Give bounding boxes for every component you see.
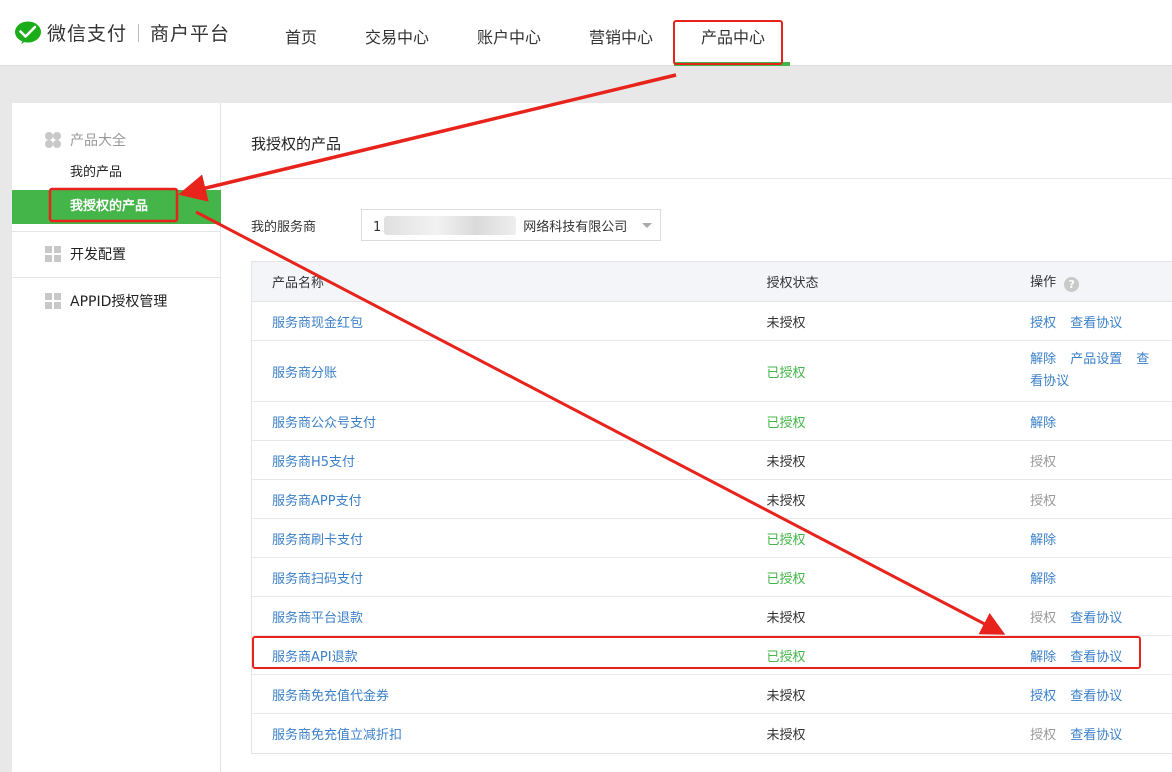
redaction-blur [384,216,516,235]
status-badge: 未授权 [766,493,806,509]
product-settings-link[interactable]: 产品设置 [1070,352,1122,367]
nav-active-indicator [674,62,790,66]
product-name-link[interactable]: 服务商免充值立减折扣 [272,728,402,743]
product-name-link[interactable]: 服务商平台退款 [272,611,363,626]
table-row: 服务商免充值立减折扣 未授权 授权 查看协议 [252,714,1172,753]
logo-divider [138,23,140,42]
grid-icon [45,246,61,262]
authorize-link-disabled: 授权 [1030,610,1057,626]
col-header-status: 授权状态 [766,276,819,291]
status-badge: 已授权 [766,649,806,665]
sidebar-item-appid-manage-label: APPID授权管理 [70,294,168,310]
sidebar-divider [12,231,221,232]
view-agreement-link[interactable]: 查看协议 [1070,650,1122,665]
sidebar-section-products: 产品大全 [12,129,221,151]
sidebar-divider [12,277,221,278]
help-icon[interactable]: ? [1064,277,1080,292]
table-row: 服务商刷卡支付 已授权 解除 [252,519,1172,558]
status-badge: 已授权 [766,415,806,431]
revoke-link[interactable]: 解除 [1030,650,1056,665]
sidebar-item-authorized-products[interactable]: 我授权的产品 [12,190,221,224]
nav-home[interactable]: 首页 [285,24,317,48]
revoke-link[interactable]: 解除 [1030,533,1056,548]
products-table: 产品名称 授权状态 操作? 服务商现金红包 未授权 授权 查看协议 服务商分账 已… [251,261,1172,754]
product-name-link[interactable]: 服务商公众号支付 [272,416,376,431]
top-header: 微信支付 商户平台 首页 交易中心 账户中心 营销中心 产品中心 [0,0,1172,66]
product-name-link[interactable]: 服务商免充值代金券 [272,689,389,704]
col-header-ops-label: 操作 [1030,275,1057,290]
sidebar-item-appid-manage[interactable]: APPID授权管理 [12,290,221,312]
sidebar-head-products[interactable]: 产品大全 [12,129,221,151]
authorize-link-disabled: 授权 [1030,454,1057,470]
table-row: 服务商APP支付 未授权 授权 [252,480,1172,519]
status-badge: 未授权 [766,454,806,470]
authorize-link[interactable]: 授权 [1030,689,1056,704]
view-agreement-link[interactable]: 查看协议 [1070,611,1122,626]
nav-account-center[interactable]: 账户中心 [477,24,541,48]
sidebar: 产品大全 我的产品 我授权的产品 开发配置 APPID授权管理 [12,103,221,772]
status-badge: 未授权 [766,315,806,331]
wechat-pay-logo-icon [15,21,41,44]
sidebar-section-dev: 开发配置 [12,243,221,265]
table-row: 服务商免充值代金券 未授权 授权 查看协议 [252,675,1172,714]
platform-name: 商户平台 [150,23,231,45]
sidebar-item-dev-config-label: 开发配置 [70,247,126,263]
table-header: 产品名称 授权状态 操作? [252,262,1172,302]
status-badge: 未授权 [766,688,806,704]
table-row: 服务商API退款 已授权 解除 查看协议 [252,636,1172,675]
page-title: 我授权的产品 [251,135,342,153]
nav-trade-center[interactable]: 交易中心 [365,24,429,48]
product-name-link[interactable]: 服务商现金红包 [272,316,363,331]
table-row: 服务商公众号支付 已授权 解除 [252,402,1172,441]
status-badge: 未授权 [766,610,806,626]
status-badge: 已授权 [766,571,806,587]
table-row: 服务商扫码支付 已授权 解除 [252,558,1172,597]
product-name-link[interactable]: 服务商扫码支付 [272,572,363,587]
sidebar-section-appid: APPID授权管理 [12,290,221,312]
brand-name: 微信支付 [47,23,128,45]
view-agreement-link-continued[interactable]: 看协议 [1030,374,1069,389]
table-row: 服务商H5支付 未授权 授权 [252,441,1172,480]
authorize-link[interactable]: 授权 [1030,316,1056,331]
table-row: 服务商分账 已授权 解除 产品设置查 看协议 [252,341,1172,402]
view-agreement-link[interactable]: 查看协议 [1070,728,1122,743]
title-divider [251,178,1172,179]
view-agreement-link[interactable]: 查看协议 [1070,689,1122,704]
provider-value-suffix: 网络科技有限公司 [523,219,628,235]
clover-icon [45,132,61,148]
table-row: 服务商现金红包 未授权 授权 查看协议 [252,302,1172,341]
main-content: 我授权的产品 我的服务商 1 网络科技有限公司 产品名称 授权状态 操作? 服务商… [221,103,1172,772]
product-name-link[interactable]: 服务商APP支付 [272,494,362,509]
col-header-ops: 操作? [1010,271,1172,292]
authorize-link-disabled: 授权 [1030,728,1057,743]
revoke-link[interactable]: 解除 [1030,352,1056,367]
brand-logo[interactable]: 微信支付 商户平台 [14,19,230,46]
sidebar-head-products-label: 产品大全 [70,133,126,149]
provider-filter-label: 我的服务商 [251,220,317,235]
col-header-name: 产品名称 [272,276,325,291]
product-name-link[interactable]: 服务商刷卡支付 [272,533,363,548]
chevron-down-icon[interactable] [642,222,652,228]
product-name-link[interactable]: 服务商分账 [272,366,337,381]
nav-marketing-center[interactable]: 营销中心 [589,24,653,48]
revoke-link[interactable]: 解除 [1030,416,1056,431]
sidebar-item-dev-config[interactable]: 开发配置 [12,243,221,265]
product-name-link[interactable]: 服务商API退款 [272,650,358,665]
product-name-link[interactable]: 服务商H5支付 [272,455,355,470]
view-agreement-link[interactable]: 查看协议 [1070,316,1122,331]
grid-icon [45,293,61,309]
provider-select[interactable]: 1 网络科技有限公司 [361,209,661,241]
nav-product-center[interactable]: 产品中心 [701,24,765,48]
revoke-link[interactable]: 解除 [1030,572,1056,587]
table-row: 服务商平台退款 未授权 授权 查看协议 [252,597,1172,636]
status-badge: 未授权 [766,728,806,743]
authorize-link-disabled: 授权 [1030,493,1057,509]
sidebar-item-my-products[interactable]: 我的产品 [12,156,221,190]
provider-value-prefix: 1 [373,219,382,235]
view-agreement-link[interactable]: 查 [1136,352,1149,367]
status-badge: 已授权 [766,365,806,381]
status-badge: 已授权 [766,532,806,548]
